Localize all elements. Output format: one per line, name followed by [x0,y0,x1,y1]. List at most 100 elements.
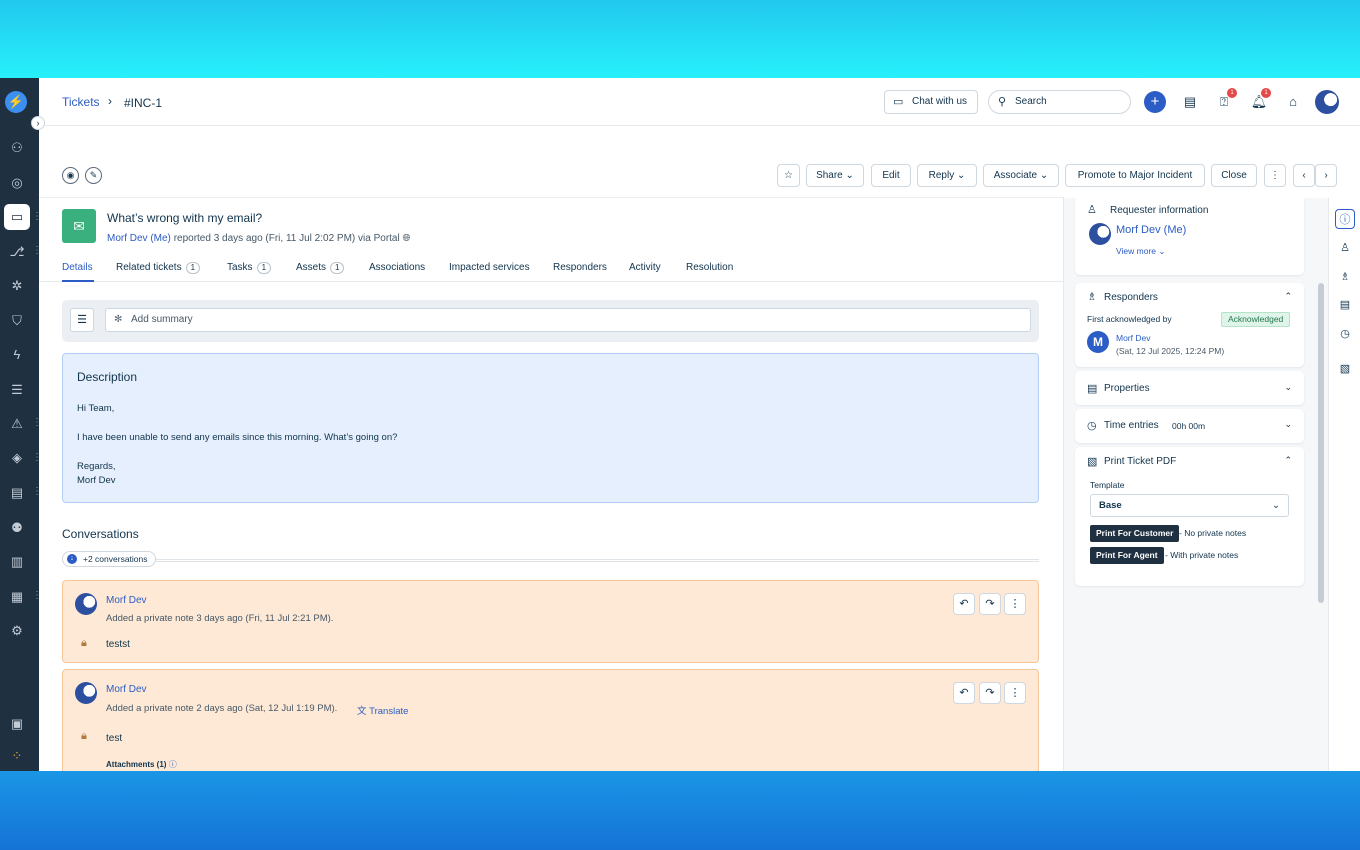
associate-button[interactable]: Associate ⌄ [983,164,1059,187]
left-sidebar: ⚡ ⚇ ◎ ▭ ⋮ ⎇ ⋮ ✲ ⛉ ϟ ☰ ⚠ ⋮ ◈ ⋮ ▤ ⋮ ⚉ ▥ ▦ … [0,78,42,771]
search-input[interactable]: ⚲ Search [988,90,1131,114]
sidebar-changes-icon[interactable]: ⎇ [4,239,30,265]
right-panel-scrollbar[interactable] [1318,283,1324,603]
breadcrumb-chevron-icon: › [108,94,112,108]
arrow-down-icon: ↓ [67,554,77,564]
sidebar-automation-icon[interactable]: ϟ [4,342,30,368]
summary-list-icon[interactable]: ☰ [70,308,94,332]
responders-title[interactable]: Responders [1104,292,1158,303]
print-customer-button[interactable]: Print For Customer [1090,525,1180,542]
chevron-up-icon[interactable]: ⌃ [1284,291,1292,302]
note-author[interactable]: Morf Dev [106,595,147,606]
tab-related-tickets[interactable]: Related tickets 1 [116,262,201,274]
notifications-badge: 1 [1261,88,1271,98]
responder-name[interactable]: Morf Dev [1116,333,1150,343]
rail-time-icon[interactable]: ◷ [1335,324,1355,344]
marketplace-icon[interactable]: ⌂ [1283,92,1303,112]
time-entries-title: Time entries [1104,420,1159,431]
promote-major-incident-button[interactable]: Promote to Major Incident [1065,164,1205,187]
requester-link[interactable]: Morf Dev (Me) [107,233,171,244]
note-reply-button[interactable]: ↶ [953,593,975,615]
reply-button[interactable]: Reply ⌄ [917,164,977,187]
description-line: Regards, [77,461,116,472]
help-badge: 1 [1227,88,1237,98]
chevron-down-icon[interactable]: ⌄ [1284,382,1292,393]
edit-pencil-icon[interactable]: ✎ [85,167,102,184]
more-conversations-button[interactable]: ↓ +2 conversations [62,551,156,567]
note-author[interactable]: Morf Dev [106,684,147,695]
private-note: Morf Dev Added a private note 2 days ago… [62,669,1039,771]
tab-resolution[interactable]: Resolution [686,262,733,273]
sidebar-catalog-icon[interactable]: ▣ [4,711,30,737]
active-tab-underline [62,280,94,282]
print-title: Print Ticket PDF [1104,456,1177,467]
translate-link[interactable]: 文 Translate [357,703,408,717]
rail-responders-icon[interactable]: ♗ [1335,267,1355,287]
note-forward-button[interactable]: ↷ [979,593,1001,615]
add-summary-input[interactable]: ✻ Add summary [105,308,1031,332]
chevron-up-icon[interactable]: ⌃ [1284,455,1292,466]
note-forward-button[interactable]: ↷ [979,682,1001,704]
search-icon: ⚲ [998,96,1007,108]
top-header: Tickets › #INC-1 ▭ Chat with us ⚲ Search +… [39,78,1360,126]
logo-icon[interactable]: ⚡ [5,91,27,113]
requester-name[interactable]: Morf Dev (Me) [1116,224,1186,236]
tab-responders[interactable]: Responders [553,262,607,273]
watch-eye-icon[interactable]: ◉ [62,167,79,184]
view-more-link[interactable]: View more ⌄ [1116,246,1165,257]
tab-tasks[interactable]: Tasks 1 [227,262,272,274]
sidebar-apps-grid-icon[interactable]: ⁘ [4,743,30,769]
print-agent-button[interactable]: Print For Agent [1090,547,1164,564]
responders-card: ♗ Responders ⌃ First acknowledged by Ack… [1075,283,1304,367]
note-reply-button[interactable]: ↶ [953,682,975,704]
next-ticket-button[interactable]: › [1315,164,1337,187]
responder-time: (Sat, 12 Jul 2025, 12:24 PM) [1116,346,1225,356]
sidebar-tickets-icon[interactable]: ▭ [4,204,30,230]
breadcrumb-tickets-link[interactable]: Tickets [62,95,100,109]
tab-assets[interactable]: Assets 1 [296,262,345,274]
tab-details[interactable]: Details [62,262,93,273]
more-conversations-label: +2 conversations [83,554,148,564]
time-entries-card[interactable]: ◷ Time entries 00h 00m ⌄ [1075,409,1304,443]
note-more-button[interactable]: ⋮ [1004,682,1026,704]
rail-print-icon[interactable]: ▧ [1335,359,1355,379]
tab-label: Tasks [227,262,253,273]
chevron-down-icon[interactable]: ⌄ [1284,419,1292,430]
template-select[interactable]: Base ⌄ [1090,494,1289,517]
tab-activity[interactable]: Activity [629,262,661,273]
attachments-text: Attachments (1) [106,760,167,769]
tab-impacted-services[interactable]: Impacted services [449,262,530,273]
chat-with-us-button[interactable]: ▭ Chat with us [884,90,978,114]
tab-count: 1 [330,262,345,274]
app-window: ⚡ ⚇ ◎ ▭ ⋮ ⎇ ⋮ ✲ ⛉ ϟ ☰ ⚠ ⋮ ◈ ⋮ ▤ ⋮ ⚉ ▥ ▦ … [0,78,1360,771]
more-actions-button[interactable]: ⋮ [1264,164,1286,187]
catalog-icon[interactable]: ▤ [1180,92,1200,112]
favorite-star-button[interactable]: ☆ [777,164,800,187]
sidebar-assets-icon[interactable]: ◈ [4,445,30,471]
sidebar-contracts-icon[interactable]: ▤ [4,480,30,506]
sidebar-problems-icon[interactable]: ✲ [4,273,30,299]
close-ticket-button[interactable]: Close [1211,164,1257,187]
sidebar-dashboard-icon[interactable]: ⚇ [4,135,30,161]
sidebar-solutions-icon[interactable]: ▥ [4,549,30,575]
lock-icon: 🔒︎ [81,637,87,649]
rail-properties-icon[interactable]: ▤ [1335,295,1355,315]
note-more-button[interactable]: ⋮ [1004,593,1026,615]
previous-ticket-button[interactable]: ‹ [1293,164,1315,187]
sidebar-tasks-icon[interactable]: ☰ [4,377,30,403]
sidebar-alerts-icon[interactable]: ⚠ [4,411,30,437]
tab-associations[interactable]: Associations [369,262,425,273]
share-button[interactable]: Share ⌄ [806,164,864,187]
user-avatar[interactable] [1315,90,1339,114]
properties-card[interactable]: ▤ Properties ⌄ [1075,371,1304,405]
sidebar-analytics-icon[interactable]: ▦ [4,584,30,610]
sidebar-releases-icon[interactable]: ⛉ [4,308,30,334]
sidebar-users-icon[interactable]: ⚉ [4,515,30,541]
sidebar-admin-gear-icon[interactable]: ⚙ [4,618,30,644]
edit-button[interactable]: Edit [871,164,911,187]
rail-requester-icon[interactable]: ♙ [1335,238,1355,258]
new-item-plus-button[interactable]: + [1144,91,1166,113]
sidebar-explore-icon[interactable]: ◎ [4,170,30,196]
expand-sidebar-chevron-icon[interactable]: › [31,116,45,130]
rail-info-icon[interactable]: ⓘ [1335,209,1355,229]
